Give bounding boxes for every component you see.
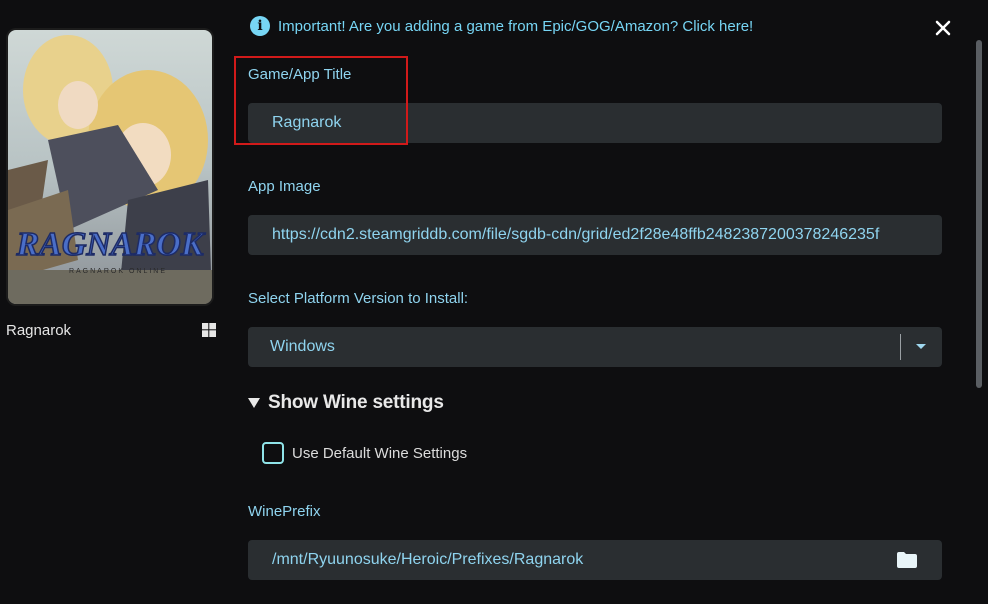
add-game-dialog: RAGNAROK RAGNAROK ONLINE Ragnarok i Impo… <box>0 0 988 604</box>
platform-select-value: Windows <box>270 338 335 355</box>
default-wine-row[interactable]: Use Default Wine Settings <box>262 442 467 464</box>
app-image-label: App Image <box>248 178 321 195</box>
wine-settings-label: Show Wine settings <box>268 392 444 413</box>
wineprefix-label: WinePrefix <box>248 503 321 520</box>
svg-text:RAGNAROK: RAGNAROK <box>15 226 205 263</box>
triangle-down-icon <box>248 398 260 408</box>
folder-icon[interactable] <box>896 551 918 569</box>
svg-text:RAGNAROK ONLINE: RAGNAROK ONLINE <box>69 268 167 275</box>
game-name-label: Ragnarok <box>6 322 72 339</box>
platform-label: Select Platform Version to Install: <box>248 290 469 307</box>
platform-select[interactable]: Windows <box>248 327 942 367</box>
epic-gog-amazon-banner[interactable]: i Important! Are you adding a game from … <box>250 16 753 36</box>
close-icon[interactable] <box>933 18 953 38</box>
game-cover-image: RAGNAROK RAGNAROK ONLINE <box>6 28 214 306</box>
select-divider <box>900 334 901 360</box>
wineprefix-input[interactable]: /mnt/Ryuunosuke/Heroic/Prefixes/Ragnarok <box>248 540 942 580</box>
info-icon: i <box>250 16 270 36</box>
title-input[interactable]: Ragnarok <box>248 103 942 143</box>
banner-text[interactable]: Important! Are you adding a game from Ep… <box>278 18 753 35</box>
wine-settings-toggle[interactable]: Show Wine settings <box>248 392 444 414</box>
default-wine-label: Use Default Wine Settings <box>292 444 468 462</box>
wineprefix-value: /mnt/Ryuunosuke/Heroic/Prefixes/Ragnarok <box>272 551 584 568</box>
default-wine-checkbox[interactable] <box>262 442 284 464</box>
windows-icon <box>202 323 216 337</box>
chevron-down-icon[interactable] <box>916 344 926 349</box>
title-label: Game/App Title <box>248 66 352 83</box>
app-image-input[interactable]: https://cdn2.steamgriddb.com/file/sgdb-c… <box>248 215 942 255</box>
scrollbar[interactable] <box>976 40 982 388</box>
